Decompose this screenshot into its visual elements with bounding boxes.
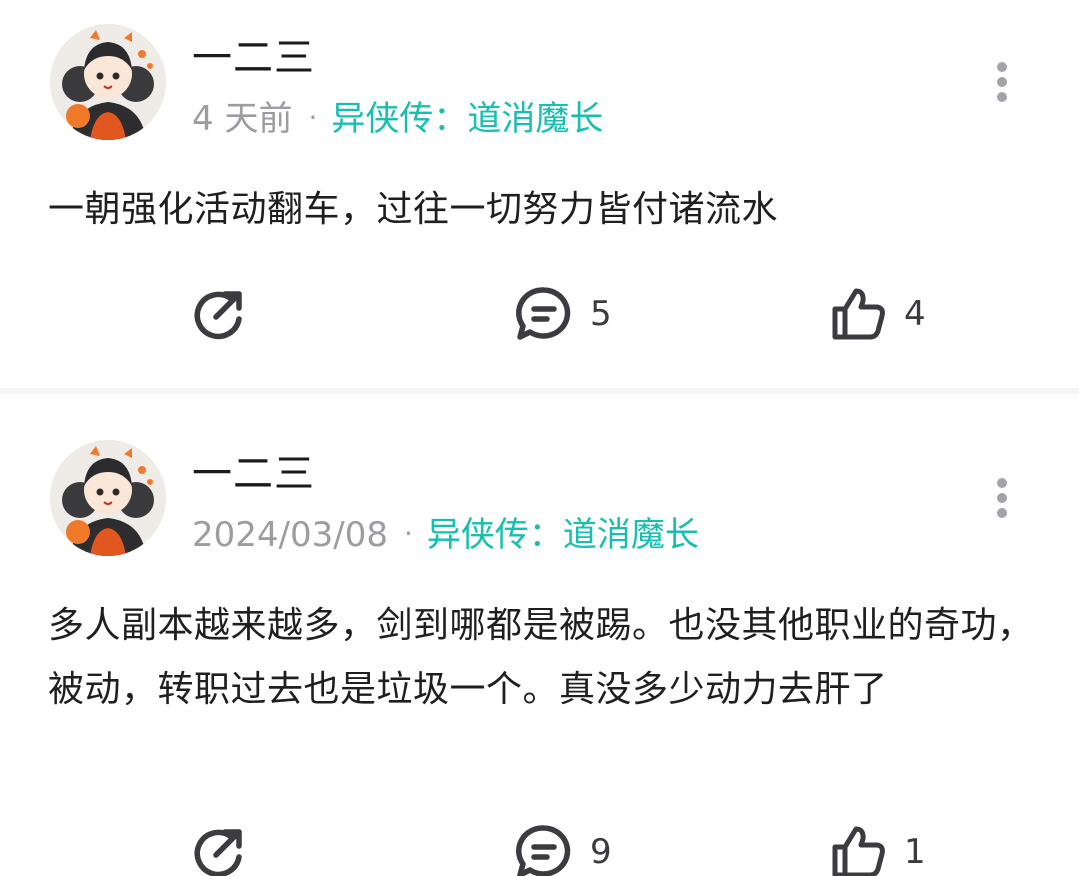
like-button[interactable]: 1	[830, 822, 926, 876]
comment-button[interactable]: 5	[514, 284, 612, 344]
like-count: 1	[904, 832, 926, 872]
post-card[interactable]: 一二三 4 天前 · 异侠传：道消魔长 一朝强化活动翻车，过往一切努力皆付诸流水	[0, 0, 1079, 388]
share-button[interactable]	[190, 822, 248, 876]
more-vertical-icon[interactable]	[994, 478, 1010, 518]
meta-separator: ·	[308, 101, 318, 134]
more-vertical-icon[interactable]	[994, 62, 1010, 102]
game-tag-link[interactable]: 异侠传：道消魔长	[427, 515, 699, 555]
action-bar: 5 4	[0, 284, 1079, 344]
post-meta: 4 天前 · 异侠传：道消魔长	[192, 98, 603, 139]
meta-separator: ·	[403, 517, 413, 550]
avatar[interactable]	[50, 24, 166, 140]
post-time: 4 天前	[192, 99, 293, 139]
thumbs-up-icon	[832, 288, 885, 340]
feed: 一二三 4 天前 · 异侠传：道消魔长 一朝强化活动翻车，过往一切努力皆付诸流水	[0, 0, 1079, 876]
like-button[interactable]: 4	[830, 284, 926, 344]
like-count: 4	[904, 294, 926, 334]
comment-icon	[516, 287, 571, 340]
avatar-image	[50, 440, 166, 556]
avatar-image	[50, 24, 166, 140]
action-bar: 9 1	[0, 822, 1079, 876]
username[interactable]: 一二三	[192, 452, 315, 496]
share-icon	[194, 291, 242, 340]
comment-button[interactable]: 9	[514, 822, 612, 876]
share-icon	[194, 829, 242, 876]
post-card[interactable]: 一二三 2024/03/08 · 异侠传：道消魔长 多人副本越来越多，剑到哪都是被踢…	[0, 394, 1079, 876]
comment-icon	[516, 825, 571, 876]
share-button[interactable]	[190, 284, 248, 344]
post-time: 2024/03/08	[192, 515, 388, 555]
game-tag-link[interactable]: 异侠传：道消魔长	[331, 99, 603, 139]
comment-count: 5	[590, 294, 612, 334]
post-meta: 2024/03/08 · 异侠传：道消魔长	[192, 514, 699, 555]
username[interactable]: 一二三	[192, 36, 315, 80]
thumbs-up-icon	[832, 826, 885, 876]
avatar[interactable]	[50, 440, 166, 556]
post-content[interactable]: 一朝强化活动翻车，过往一切努力皆付诸流水	[48, 178, 1038, 242]
post-content[interactable]: 多人副本越来越多，剑到哪都是被踢。也没其他职业的奇功，被动，转职过去也是垃圾一个…	[48, 594, 1038, 722]
comment-count: 9	[590, 832, 612, 872]
